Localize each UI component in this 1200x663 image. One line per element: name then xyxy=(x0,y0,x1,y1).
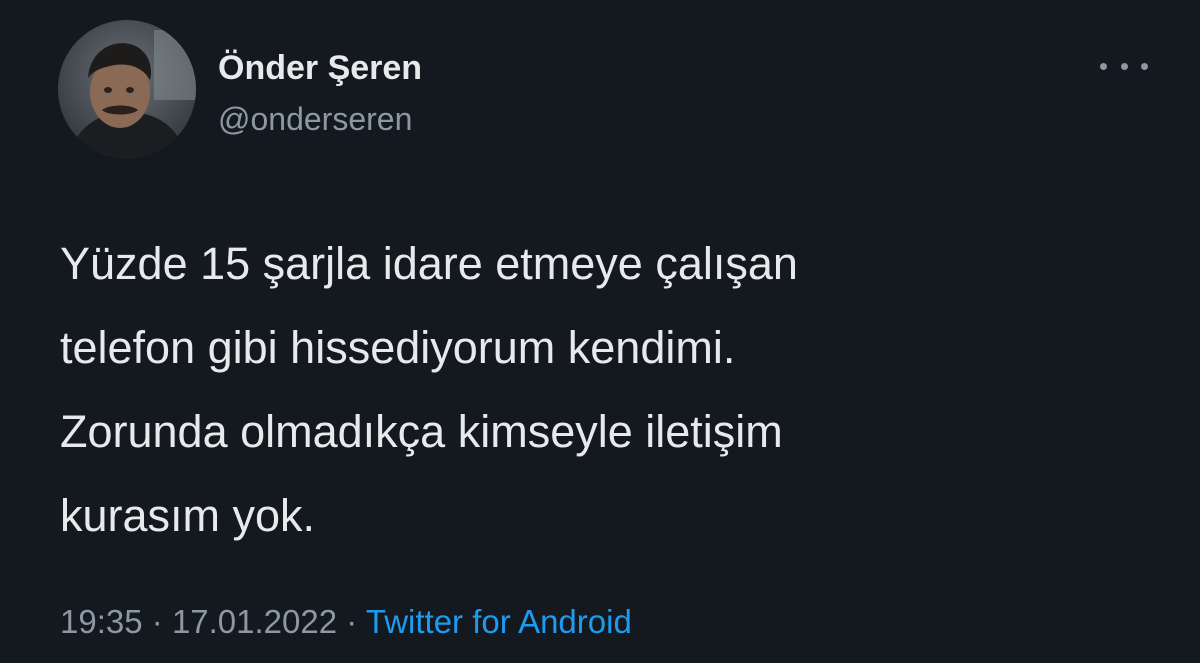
tweet-card: Önder Şeren @onderseren Yüzde 15 şarjla … xyxy=(0,0,1200,663)
tweet-date[interactable]: 17.01.2022 xyxy=(172,603,337,640)
tweet-text-line: Yüzde 15 şarjla idare etmeye çalışan xyxy=(60,238,798,289)
meta-separator: · xyxy=(151,603,163,640)
tweet-source-link[interactable]: Twitter for Android xyxy=(366,603,632,640)
more-options-button[interactable] xyxy=(1100,54,1148,78)
meta-separator: · xyxy=(346,603,358,640)
author-handle[interactable]: @onderseren xyxy=(218,100,422,138)
more-horizontal-icon xyxy=(1100,62,1107,70)
tweet-text-line: Zorunda olmadıkça kimseyle iletişim xyxy=(60,406,783,457)
tweet-meta: 19:35 · 17.01.2022 · Twitter for Android xyxy=(60,600,632,644)
tweet-time[interactable]: 19:35 xyxy=(60,603,143,640)
avatar-photo xyxy=(58,20,196,158)
tweet-text-line: kurasım yok. xyxy=(60,490,316,541)
tweet-text-line: telefon gibi hissediyorum kendimi. xyxy=(60,322,736,373)
author-block: Önder Şeren @onderseren xyxy=(218,48,422,138)
tweet-text: Yüzde 15 şarjla idare etmeye çalışan tel… xyxy=(60,222,1140,558)
more-horizontal-icon-dot xyxy=(1141,62,1148,70)
avatar[interactable] xyxy=(58,20,196,158)
author-display-name[interactable]: Önder Şeren xyxy=(218,48,422,88)
more-horizontal-icon-dot xyxy=(1120,62,1128,70)
